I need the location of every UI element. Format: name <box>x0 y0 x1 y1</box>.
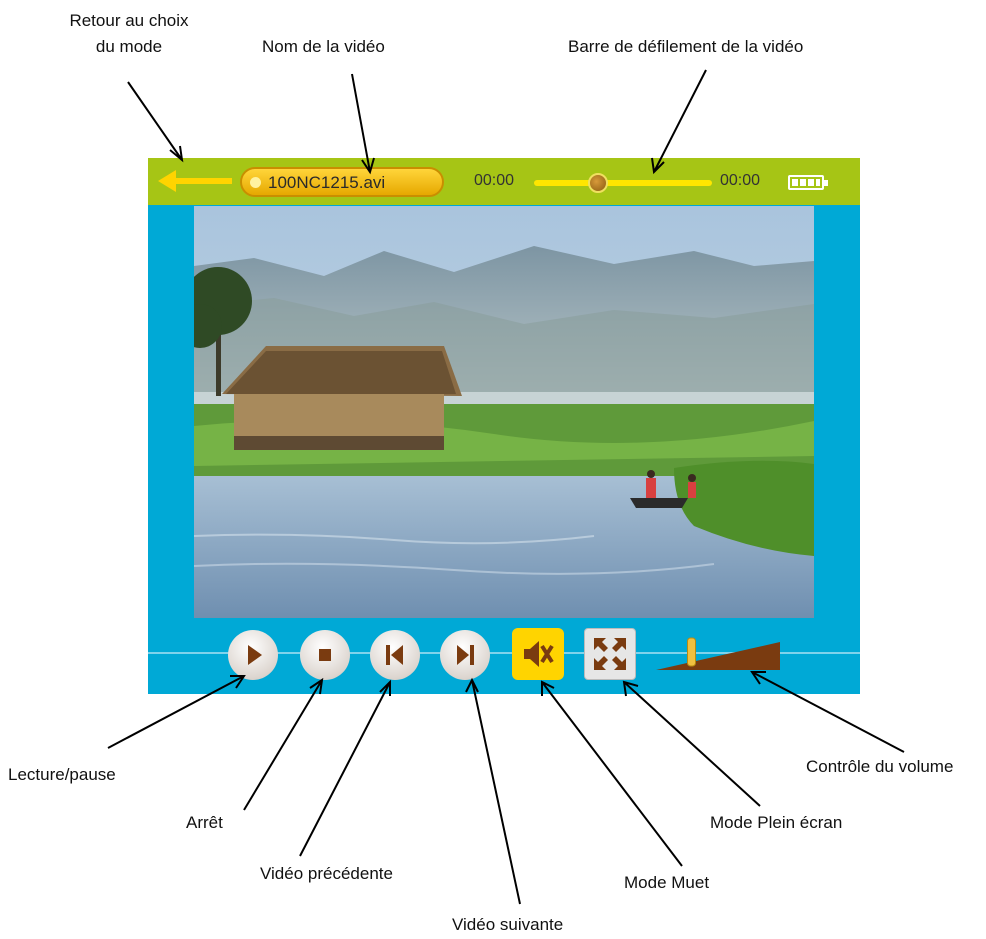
video-frame[interactable] <box>194 206 814 618</box>
callout-prev: Vidéo précédente <box>260 864 393 883</box>
callout-fullscreen: Mode Plein écran <box>710 813 843 832</box>
callout-stop: Arrêt <box>186 813 223 832</box>
volume-handle[interactable] <box>687 637 696 667</box>
mute-icon <box>524 641 554 667</box>
stop-icon <box>319 649 331 661</box>
seek-bar[interactable] <box>534 173 712 193</box>
arrow-prev <box>299 679 391 857</box>
next-icon <box>457 645 474 665</box>
back-arrow-icon <box>158 170 232 192</box>
video-name-field[interactable]: 100NC1215.avi <box>240 167 444 197</box>
arrow-seek <box>651 69 707 175</box>
arrow-stop <box>243 677 324 811</box>
battery-level <box>792 179 820 186</box>
stop-button[interactable] <box>300 630 350 680</box>
video-image <box>194 206 814 618</box>
play-icon <box>248 645 262 665</box>
next-video-button[interactable] <box>440 630 490 680</box>
callout-back: Retour au choix du mode <box>54 10 204 58</box>
arrow-back <box>127 81 184 163</box>
mute-button[interactable] <box>512 628 564 680</box>
seek-handle[interactable] <box>588 173 609 193</box>
back-button[interactable] <box>152 166 232 196</box>
video-name: 100NC1215.avi <box>268 173 386 192</box>
arrow-mute <box>541 680 683 867</box>
callout-name: Nom de la vidéo <box>262 37 385 56</box>
arrow-next <box>465 677 521 905</box>
callout-play: Lecture/pause <box>8 765 116 784</box>
fullscreen-button[interactable] <box>584 628 636 680</box>
callout-mute: Mode Muet <box>624 873 710 892</box>
volume-control[interactable] <box>656 634 784 674</box>
callout-next: Vidéo suivante <box>452 915 564 934</box>
player-topbar: 100NC1215.avi 00:00 00:00 <box>148 158 860 205</box>
video-player: 100NC1215.avi 00:00 00:00 <box>148 158 860 694</box>
time-total: 00:00 <box>720 172 761 189</box>
callout-back-line2: du mode <box>95 37 163 56</box>
callout-seek: Barre de défilement de la vidéo <box>568 37 804 56</box>
previous-icon <box>386 645 403 665</box>
time-current: 00:00 <box>474 172 515 189</box>
previous-video-button[interactable] <box>370 630 420 680</box>
play-pause-button[interactable] <box>228 630 278 680</box>
name-pill-dot <box>250 177 261 188</box>
arrow-fullscreen <box>622 680 761 807</box>
battery-icon <box>788 175 828 190</box>
volume-icon <box>656 637 780 670</box>
callout-back-line1: Retour au choix <box>69 11 189 30</box>
fullscreen-icon <box>594 638 626 670</box>
callout-volume: Contrôle du volume <box>806 757 954 776</box>
